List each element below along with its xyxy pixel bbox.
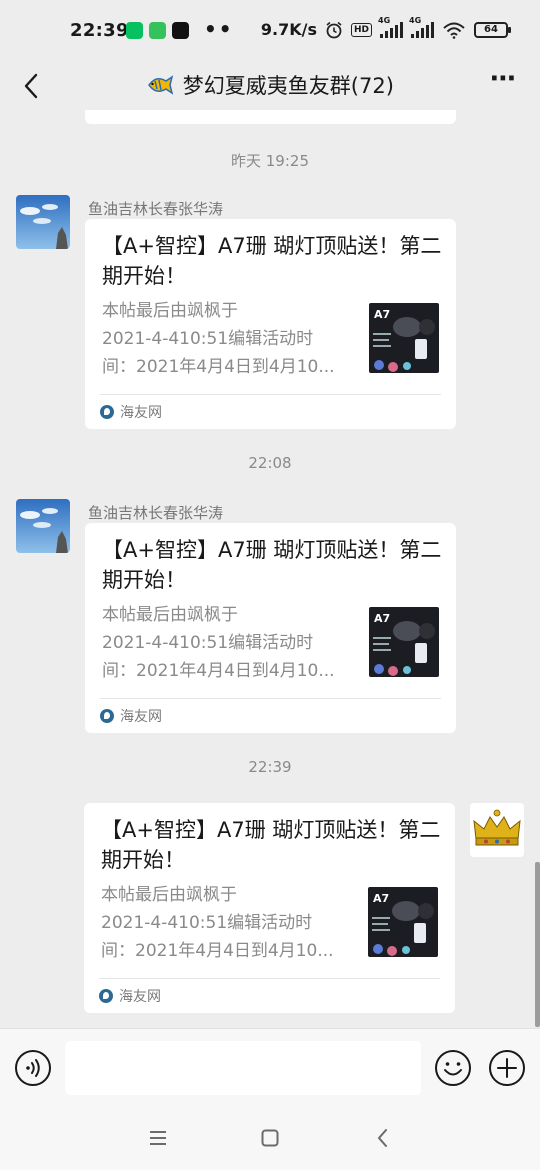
battery-icon: 64 — [474, 21, 511, 38]
chat-header: 梦幻夏威夷鱼友群(72) ⋯ — [0, 62, 540, 110]
product-thumbnail-image: A7 — [369, 303, 439, 373]
thumb-label: A7 — [374, 308, 390, 321]
network-type-label-2: 4G — [409, 15, 422, 25]
signal-icon-2: 4G — [409, 16, 434, 38]
card-divider — [100, 394, 441, 395]
status-right: 9.7K/s HD 4G 4G 64 — [260, 16, 511, 39]
message-timestamp: 22:39 — [248, 758, 292, 776]
message-timestamp: 22:08 — [248, 454, 292, 472]
alarm-icon — [326, 21, 342, 38]
message-timestamp: 昨天 19:25 — [231, 152, 309, 170]
card-title: 【A+智控】A7珊 瑚灯顶贴送！第二期开始！ — [102, 538, 442, 592]
wechat-notification-icon — [126, 22, 143, 39]
scroll-indicator[interactable] — [535, 862, 540, 1027]
plus-icon — [489, 1050, 525, 1086]
network-type-label: 4G — [378, 15, 391, 25]
thumb-label: A7 — [374, 612, 390, 625]
sender-avatar[interactable] — [16, 499, 70, 553]
link-card-own[interactable]: 【A+智控】A7珊 瑚灯顶贴送！第二期开始！ 本帖最后由飒枫于 2021-4-4… — [84, 803, 455, 1013]
source-name: 海友网 — [120, 405, 162, 421]
status-time: 22:39 — [70, 20, 129, 41]
emoji-button[interactable] — [434, 1049, 472, 1087]
card-thumbnail: A7 — [369, 607, 439, 677]
card-desc-line: 2021-4-410:51编辑活动时 — [101, 913, 313, 933]
voice-button[interactable] — [14, 1049, 52, 1087]
more-options-button[interactable]: ⋯ — [486, 66, 520, 100]
chat-title-wrap: 梦幻夏威夷鱼友群(72) — [0, 70, 540, 100]
card-desc-line: 间：2021年4月4日到4月10... — [102, 661, 335, 681]
card-desc-line: 本帖最后由飒枫于 — [102, 605, 238, 625]
system-back-button[interactable] — [368, 1124, 398, 1152]
message-input[interactable] — [65, 1041, 421, 1095]
source-name: 海友网 — [120, 709, 162, 725]
card-source: 海友网 — [99, 986, 161, 1006]
card-desc-line: 本帖最后由飒枫于 — [101, 885, 237, 905]
notification-icons — [126, 22, 189, 39]
card-desc-line: 间：2021年4月4日到4月10... — [102, 357, 335, 377]
home-button[interactable] — [255, 1124, 285, 1152]
source-logo-icon — [100, 709, 114, 723]
card-desc-line: 2021-4-410:51编辑活动时 — [102, 329, 314, 349]
product-thumbnail-image: A7 — [368, 887, 438, 957]
chat-title: 梦幻夏威夷鱼友群(72) — [182, 74, 394, 98]
capcut-notification-icon — [172, 22, 189, 39]
sky-avatar-image — [16, 499, 70, 553]
my-avatar[interactable] — [470, 803, 524, 857]
card-thumbnail: A7 — [368, 887, 438, 957]
source-name: 海友网 — [119, 989, 161, 1005]
voice-icon — [15, 1050, 51, 1086]
card-title: 【A+智控】A7珊 瑚灯顶贴送！第二期开始！ — [102, 234, 442, 288]
card-description: 本帖最后由飒枫于 2021-4-410:51编辑活动时 间：2021年4月4日到… — [102, 297, 354, 381]
sender-avatar[interactable] — [16, 195, 70, 249]
signal-icon: 4G — [378, 16, 403, 38]
crown-avatar-image — [470, 803, 524, 857]
more-functions-button[interactable] — [488, 1049, 526, 1087]
menu-icon — [150, 1131, 166, 1145]
sky-avatar-image — [16, 195, 70, 249]
back-icon — [378, 1129, 387, 1147]
card-desc-line: 2021-4-410:51编辑活动时 — [102, 633, 314, 653]
card-desc-line: 间：2021年4月4日到4月10... — [101, 941, 334, 961]
recent-apps-button[interactable] — [143, 1124, 173, 1152]
card-description: 本帖最后由飒枫于 2021-4-410:51编辑活动时 间：2021年4月4日到… — [102, 601, 354, 685]
source-logo-icon — [100, 405, 114, 419]
card-thumbnail: A7 — [369, 303, 439, 373]
card-desc-line: 本帖最后由飒枫于 — [102, 301, 238, 321]
more-dots-icon: ⋯ — [490, 64, 516, 94]
system-nav-bar — [0, 1106, 540, 1170]
input-bar — [0, 1028, 540, 1106]
hd-icon: HD — [350, 22, 372, 37]
status-bar: 22:39 •• 9.7K/s HD 4G 4G 64 — [0, 0, 540, 62]
card-description: 本帖最后由飒枫于 2021-4-410:51编辑活动时 间：2021年4月4日到… — [101, 881, 353, 965]
card-divider — [99, 978, 440, 979]
card-divider — [100, 698, 441, 699]
fish-emoji-icon — [148, 75, 174, 95]
wifi-icon — [443, 22, 465, 39]
square-icon — [261, 1129, 279, 1147]
product-thumbnail-image: A7 — [369, 607, 439, 677]
thumb-label: A7 — [373, 892, 389, 905]
card-source: 海友网 — [100, 706, 162, 726]
link-card[interactable]: 【A+智控】A7珊 瑚灯顶贴送！第二期开始！ 本帖最后由飒枫于 2021-4-4… — [85, 219, 456, 429]
more-notifications-indicator: •• — [204, 17, 234, 41]
chat-area[interactable]: 昨天 19:25 鱼油吉林长春张华涛 【A+智控】A7珊 瑚灯顶贴送！第二期开始… — [0, 110, 540, 1028]
app-notification-icon — [149, 22, 166, 39]
sender-name: 鱼油吉林长春张华涛 — [88, 504, 224, 522]
card-title: 【A+智控】A7珊 瑚灯顶贴送！第二期开始！ — [101, 818, 441, 872]
sender-name: 鱼油吉林长春张华涛 — [88, 200, 224, 218]
card-source: 海友网 — [100, 402, 162, 422]
network-speed: 9.7K/s — [260, 20, 317, 39]
link-card[interactable]: 【A+智控】A7珊 瑚灯顶贴送！第二期开始！ 本帖最后由飒枫于 2021-4-4… — [85, 523, 456, 733]
previous-message-card[interactable] — [85, 110, 456, 124]
source-logo-icon — [99, 989, 113, 1003]
emoji-icon — [435, 1050, 471, 1086]
